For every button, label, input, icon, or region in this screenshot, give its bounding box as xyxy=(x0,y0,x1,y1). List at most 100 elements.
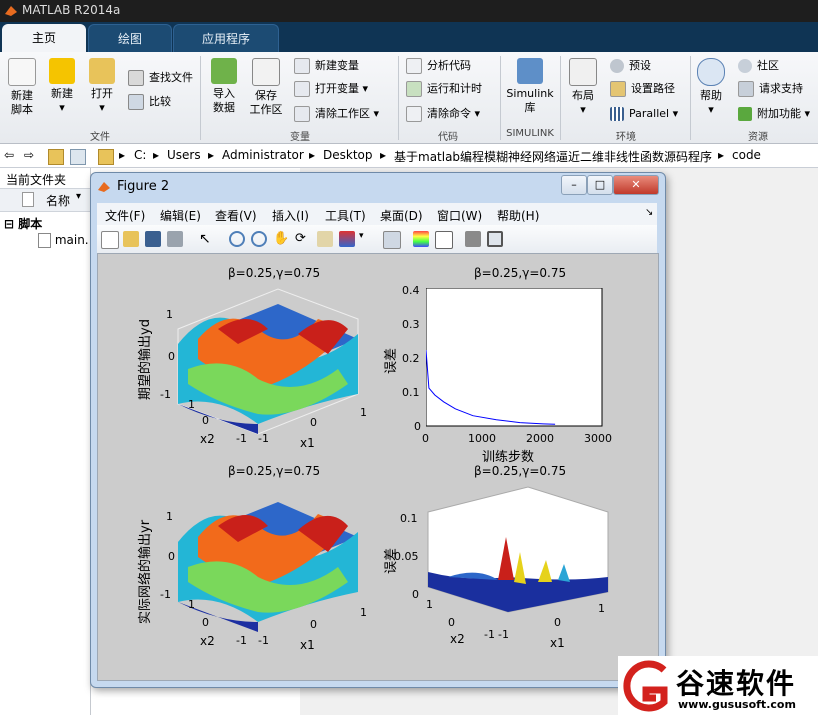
community-icon xyxy=(738,59,752,73)
gear-icon xyxy=(610,59,624,73)
run-and-time-icon xyxy=(406,81,422,97)
menu-file[interactable]: 文件(F) xyxy=(105,207,145,224)
back-icon[interactable]: ⇦ xyxy=(4,148,14,162)
breadcrumb-drive[interactable]: C: xyxy=(134,148,146,162)
minimize-button[interactable]: – xyxy=(561,175,587,195)
plot2-ylabel: 误差 xyxy=(384,347,399,374)
save-icon[interactable] xyxy=(145,231,161,247)
save-workspace-button[interactable]: 保存 工作区 xyxy=(246,58,286,117)
column-header[interactable]: 名称 ▾ xyxy=(0,188,90,212)
breadcrumb-arrow-icon: ▸ xyxy=(153,148,160,162)
maximize-button[interactable]: □ xyxy=(587,175,613,195)
set-path-button[interactable]: 设置路径 xyxy=(610,81,675,97)
plot4-surface xyxy=(427,486,609,613)
plot3-y-tick: 1 xyxy=(188,598,195,611)
plot1-y-tick: 1 xyxy=(188,398,195,411)
simulink-library-button[interactable]: Simulink 库 xyxy=(504,58,556,115)
colorbar-icon[interactable] xyxy=(413,231,429,247)
gususoft-logo-icon xyxy=(623,660,668,712)
file-list-item[interactable]: main. xyxy=(38,233,89,248)
clear-commands-button[interactable]: 清除命令 ▾ xyxy=(406,106,480,122)
ribbon-tab-strip: 主页 绘图 应用程序 xyxy=(0,22,818,53)
breadcrumb-project-folder[interactable]: 基于matlab编程模糊神经网络逼近二维非线性函数源码程序 xyxy=(394,148,712,165)
variable-group-label: 变量 xyxy=(290,132,310,143)
breadcrumb-arrow-icon: ▸ xyxy=(119,148,126,162)
set-path-label: 设置路径 xyxy=(631,82,675,95)
plot1-y-tick: 0 xyxy=(202,414,209,427)
figure-title: Figure 2 xyxy=(117,179,170,194)
layout-button[interactable]: 布局 ▾ xyxy=(566,58,600,117)
browse-folder-icon[interactable] xyxy=(70,149,86,165)
menu-help[interactable]: 帮助(H) xyxy=(497,207,539,224)
select-arrow-icon[interactable]: ↖ xyxy=(199,231,215,247)
menu-tools[interactable]: 工具(T) xyxy=(325,207,366,224)
new-variable-button[interactable]: 新建变量 xyxy=(294,58,359,74)
brush-icon[interactable] xyxy=(339,231,355,247)
new-label: 新建 xyxy=(51,87,73,100)
menu-dock-icon[interactable]: ↘ xyxy=(645,207,653,218)
menu-edit[interactable]: 编辑(E) xyxy=(160,207,201,224)
new-variable-icon xyxy=(294,58,310,74)
new-button[interactable]: 新建 ▾ xyxy=(44,58,80,115)
add-ons-icon xyxy=(738,107,752,121)
print-icon[interactable] xyxy=(167,231,183,247)
new-script-button[interactable]: 新建 脚本 xyxy=(4,58,40,117)
plot4-y-tick: 0 xyxy=(448,616,455,629)
open-button[interactable]: 打开 ▾ xyxy=(84,58,120,115)
figure-toolbar: ↖ ✋ ⟳ ▾ xyxy=(97,225,657,254)
hide-plot-tools-icon[interactable] xyxy=(465,231,481,247)
brush-dropdown-icon[interactable]: ▾ xyxy=(359,231,367,247)
forward-icon[interactable]: ⇨ xyxy=(24,148,34,162)
breadcrumb-desktop[interactable]: Desktop xyxy=(323,148,373,162)
up-folder-icon[interactable] xyxy=(48,149,64,165)
preferences-button[interactable]: 预设 xyxy=(610,58,651,74)
zoom-in-icon[interactable] xyxy=(229,231,245,247)
plot4-ylabel: x2 xyxy=(450,632,465,646)
request-support-button[interactable]: 请求支持 xyxy=(738,81,803,97)
find-files-label: 查找文件 xyxy=(149,71,193,84)
plot3-zlabel: 实际网络的输出yr xyxy=(138,519,153,624)
new-figure-icon[interactable] xyxy=(101,231,119,249)
plot4-y-tick: 1 xyxy=(426,598,433,611)
import-icon xyxy=(211,58,237,84)
community-button[interactable]: 社区 xyxy=(738,58,779,74)
add-ons-label: 附加功能 xyxy=(757,107,801,120)
clear-workspace-button[interactable]: 清除工作区 ▾ xyxy=(294,106,379,122)
compare-icon xyxy=(128,94,144,110)
figure-canvas: β=0.25,γ=0.75 期望的输出yd 1 0 -1 1 0 -1 -1 0… xyxy=(97,253,659,681)
open-variable-button[interactable]: 打开变量 ▾ xyxy=(294,81,368,97)
breadcrumb-administrator[interactable]: Administrator xyxy=(222,148,304,162)
rotate-3d-icon[interactable]: ⟳ xyxy=(295,231,311,247)
analyze-code-button[interactable]: 分析代码 xyxy=(406,58,471,74)
plot2-x-tick: 2000 xyxy=(526,432,554,445)
legend-icon[interactable] xyxy=(435,231,453,249)
data-cursor-icon[interactable] xyxy=(317,231,333,247)
plot2-axes-box xyxy=(426,288,603,427)
menu-desktop[interactable]: 桌面(D) xyxy=(380,207,423,224)
find-files-button[interactable]: 查找文件 xyxy=(128,70,193,86)
open-variable-dropdown-icon: ▾ xyxy=(362,82,369,95)
breadcrumb-code[interactable]: code xyxy=(732,148,761,162)
tab-plots[interactable]: 绘图 xyxy=(88,24,172,53)
link-plot-icon[interactable] xyxy=(383,231,401,249)
simulink-label: Simulink 库 xyxy=(506,87,554,114)
import-data-button[interactable]: 导入 数据 xyxy=(206,58,242,115)
pan-hand-icon[interactable]: ✋ xyxy=(273,231,289,247)
menu-view[interactable]: 查看(V) xyxy=(215,207,257,224)
tab-home[interactable]: 主页 xyxy=(2,24,86,52)
breadcrumb-users[interactable]: Users xyxy=(167,148,201,162)
tab-apps[interactable]: 应用程序 xyxy=(173,24,279,53)
open-file-icon[interactable] xyxy=(123,231,139,247)
plot3-z-tick: 1 xyxy=(166,510,173,523)
compare-button[interactable]: 比较 xyxy=(128,94,171,110)
menu-window[interactable]: 窗口(W) xyxy=(437,207,482,224)
menu-insert[interactable]: 插入(I) xyxy=(272,207,309,224)
close-button[interactable]: ✕ xyxy=(613,175,659,195)
help-button[interactable]: 帮助 ▾ xyxy=(696,58,726,117)
scripts-group[interactable]: ⊟ 脚本 xyxy=(4,215,42,232)
zoom-out-icon[interactable] xyxy=(251,231,267,247)
parallel-button[interactable]: Parallel ▾ xyxy=(610,106,678,122)
add-ons-button[interactable]: 附加功能 ▾ xyxy=(738,106,810,122)
run-and-time-button[interactable]: 运行和计时 xyxy=(406,81,482,97)
show-plot-tools-icon[interactable] xyxy=(487,231,503,247)
